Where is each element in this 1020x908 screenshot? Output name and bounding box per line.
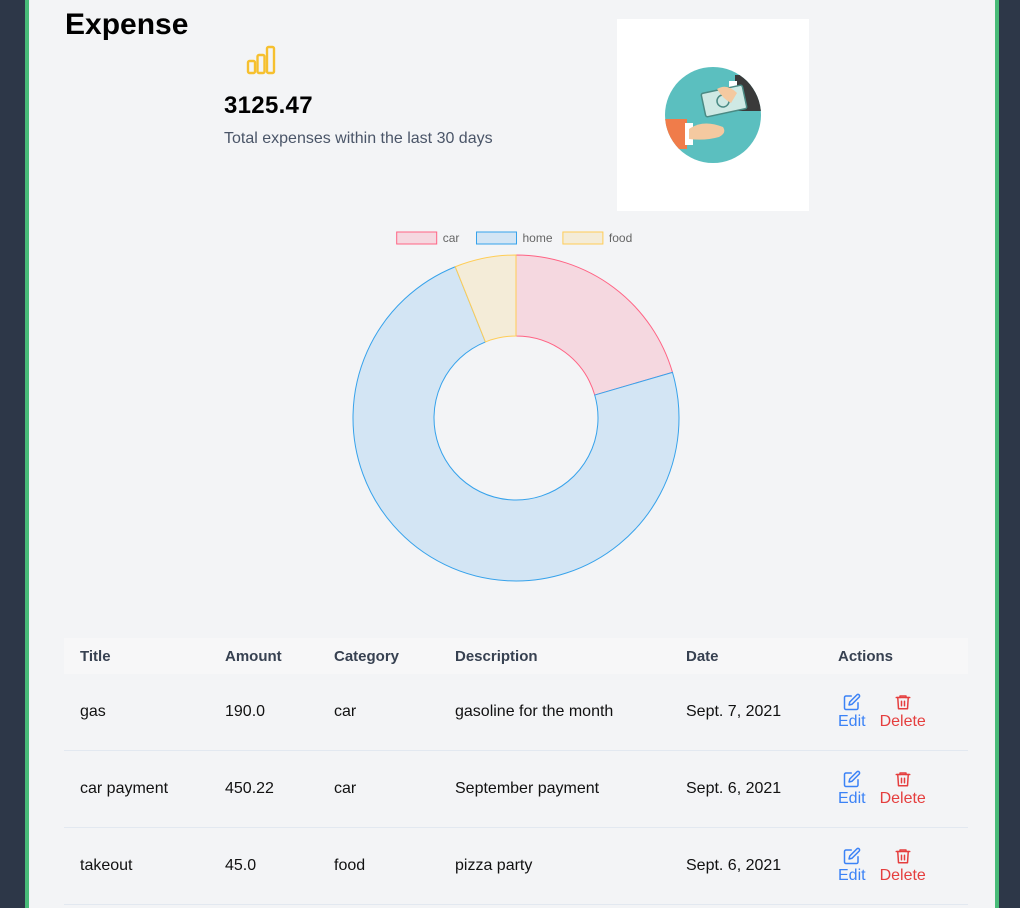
legend-swatch-home[interactable] bbox=[476, 231, 517, 245]
table-row: car payment 450.22 car September payment… bbox=[64, 750, 968, 828]
cell-date: Sept. 7, 2021 bbox=[670, 674, 822, 751]
edit-button[interactable]: Edit bbox=[838, 693, 866, 731]
delete-button[interactable]: Delete bbox=[880, 693, 926, 731]
edit-label: Edit bbox=[838, 867, 866, 884]
edit-icon bbox=[843, 847, 861, 865]
bar-chart-icon bbox=[246, 45, 276, 75]
edit-icon bbox=[843, 693, 861, 711]
legend-label-food[interactable]: food bbox=[609, 231, 632, 245]
column-header-date: Date bbox=[686, 647, 719, 665]
page-title: Expense bbox=[65, 8, 189, 41]
expense-doughnut-chart: car home food bbox=[29, 220, 995, 600]
table-header-row: Title Amount Category Description Date A… bbox=[64, 638, 968, 674]
trash-icon bbox=[895, 695, 911, 710]
column-header-actions: Actions bbox=[838, 647, 894, 665]
doughnut-slice-car[interactable] bbox=[515, 254, 674, 396]
cell-description: September payment bbox=[439, 750, 670, 828]
legend-swatch-car[interactable] bbox=[396, 231, 438, 245]
edit-label: Edit bbox=[838, 790, 866, 807]
legend-label-home[interactable]: home bbox=[523, 231, 553, 245]
delete-label: Delete bbox=[879, 713, 926, 730]
cell-actions: Edit Delete bbox=[822, 750, 968, 828]
trash-icon bbox=[895, 849, 911, 864]
total-expenses-caption: Total expenses within the last 30 days bbox=[224, 130, 493, 147]
delete-button[interactable]: Delete bbox=[880, 770, 926, 808]
cell-description: pizza party bbox=[439, 827, 670, 905]
column-header-category: Category bbox=[334, 647, 400, 665]
edit-button[interactable]: Edit bbox=[838, 770, 866, 808]
cell-amount: 45.0 bbox=[209, 827, 318, 905]
cell-category: car bbox=[318, 750, 439, 828]
edit-icon bbox=[843, 770, 861, 788]
delete-label: Delete bbox=[879, 867, 926, 884]
delete-label: Delete bbox=[879, 790, 926, 807]
delete-button[interactable]: Delete bbox=[880, 847, 926, 885]
cell-amount: 190.0 bbox=[209, 674, 318, 751]
chart-legend: car home food bbox=[396, 231, 632, 245]
cell-date: Sept. 6, 2021 bbox=[670, 827, 822, 905]
column-header-description: Description bbox=[455, 647, 538, 665]
column-header-title: Title bbox=[80, 647, 111, 665]
cell-title: gas bbox=[64, 674, 209, 751]
cell-title: car payment bbox=[64, 750, 209, 828]
cell-actions: Edit Delete bbox=[822, 827, 968, 905]
table-row: gas 190.0 car gasoline for the month Sep… bbox=[64, 674, 968, 751]
main-content: Expense 3125.47 Total expenses within th… bbox=[25, 0, 999, 908]
total-expenses-value: 3125.47 bbox=[224, 92, 313, 119]
edit-button[interactable]: Edit bbox=[838, 847, 866, 885]
cell-category: car bbox=[318, 674, 439, 751]
cell-amount: 450.22 bbox=[209, 750, 318, 828]
legend-label-car[interactable]: car bbox=[443, 231, 460, 245]
cell-description: gasoline for the month bbox=[439, 674, 670, 751]
money-exchange-illustration bbox=[617, 19, 809, 211]
edit-label: Edit bbox=[838, 713, 866, 730]
column-header-amount: Amount bbox=[225, 647, 282, 665]
cell-title: takeout bbox=[64, 827, 209, 905]
expense-table: Title Amount Category Description Date A… bbox=[64, 638, 968, 905]
trash-icon bbox=[895, 772, 911, 787]
cell-date: Sept. 6, 2021 bbox=[670, 750, 822, 828]
cell-category: food bbox=[318, 827, 439, 905]
legend-swatch-food[interactable] bbox=[562, 231, 604, 245]
cell-actions: Edit Delete bbox=[822, 674, 968, 751]
table-row: takeout 45.0 food pizza party Sept. 6, 2… bbox=[64, 827, 968, 905]
